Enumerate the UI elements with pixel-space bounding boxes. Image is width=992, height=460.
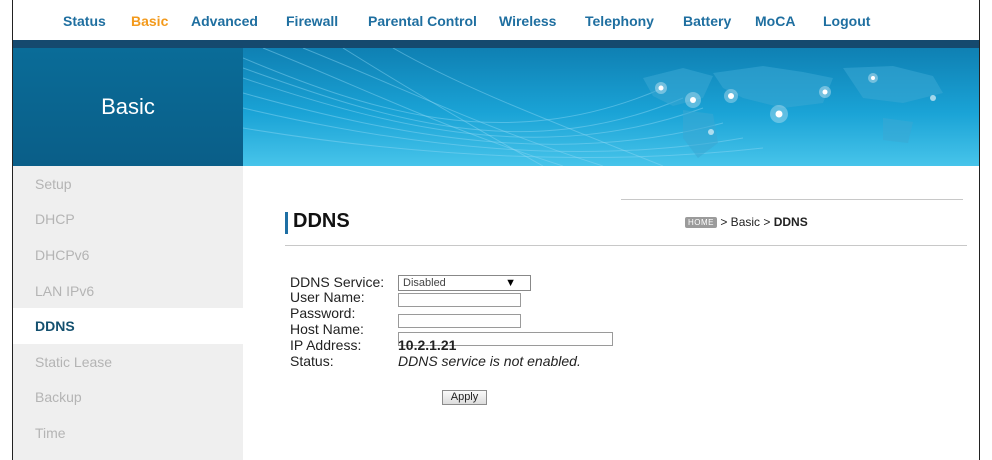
breadcrumb-path: > Basic >: [720, 215, 771, 229]
sidebar-item-dhcpv6[interactable]: DHCPv6: [13, 237, 243, 273]
ip-address-label: IP Address:: [290, 337, 362, 353]
nav-logout[interactable]: Logout: [823, 13, 870, 29]
password-label: Password:: [290, 305, 356, 321]
ip-address-value: 10.2.1.21: [398, 337, 457, 353]
world-map-banner: [243, 48, 979, 166]
top-navigation: Status Basic Advanced Firewall Parental …: [13, 0, 979, 42]
sidebar-item-time[interactable]: Time: [13, 415, 243, 451]
nav-telephony[interactable]: Telephony: [585, 13, 654, 29]
sidebar-item-backup[interactable]: Backup: [13, 379, 243, 415]
password-input[interactable]: [398, 314, 521, 328]
sidebar-item-dhcp[interactable]: DHCP: [13, 201, 243, 237]
ddns-service-select[interactable]: Disabled ▼: [398, 275, 531, 291]
page-title: DDNS: [293, 210, 350, 232]
nav-underline-strip: [13, 40, 979, 48]
sidebar-item-lan-ipv6[interactable]: LAN IPv6: [13, 273, 243, 309]
nav-moca[interactable]: MoCA: [755, 13, 795, 29]
sidebar-item-ddns[interactable]: DDNS: [13, 308, 243, 344]
nav-status[interactable]: Status: [63, 13, 106, 29]
breadcrumb-current: DDNS: [773, 215, 808, 229]
nav-firewall[interactable]: Firewall: [286, 13, 338, 29]
home-icon[interactable]: HOME: [685, 217, 717, 229]
title-divider: [285, 245, 967, 246]
nav-battery[interactable]: Battery: [683, 13, 731, 29]
nav-advanced[interactable]: Advanced: [191, 13, 258, 29]
ddns-service-value: Disabled: [403, 277, 446, 289]
dropdown-arrow-icon: ▼: [505, 277, 516, 289]
nav-wireless[interactable]: Wireless: [499, 13, 556, 29]
sidebar: Setup DHCP DHCPv6 LAN IPv6 DDNS Static L…: [13, 166, 243, 460]
section-banner: Basic: [13, 48, 243, 166]
world-map-graphic: [243, 48, 943, 166]
apply-button[interactable]: Apply: [442, 390, 487, 405]
host-name-label: Host Name:: [290, 321, 364, 337]
title-accent-bar: [285, 212, 288, 234]
sidebar-item-static-lease[interactable]: Static Lease: [13, 344, 243, 380]
sidebar-item-setup[interactable]: Setup: [13, 166, 243, 202]
breadcrumb-divider: [621, 199, 963, 200]
nav-basic[interactable]: Basic: [131, 13, 168, 29]
router-admin-frame: Status Basic Advanced Firewall Parental …: [12, 0, 980, 460]
status-value: DDNS service is not enabled.: [398, 353, 581, 369]
section-title: Basic: [101, 94, 155, 119]
user-name-label: User Name:: [290, 289, 365, 305]
user-name-input[interactable]: [398, 293, 521, 307]
status-label: Status:: [290, 353, 334, 369]
ddns-service-label: DDNS Service:: [290, 274, 385, 290]
breadcrumb: HOME > Basic > DDNS: [685, 215, 808, 229]
nav-parental-control[interactable]: Parental Control: [368, 13, 477, 29]
